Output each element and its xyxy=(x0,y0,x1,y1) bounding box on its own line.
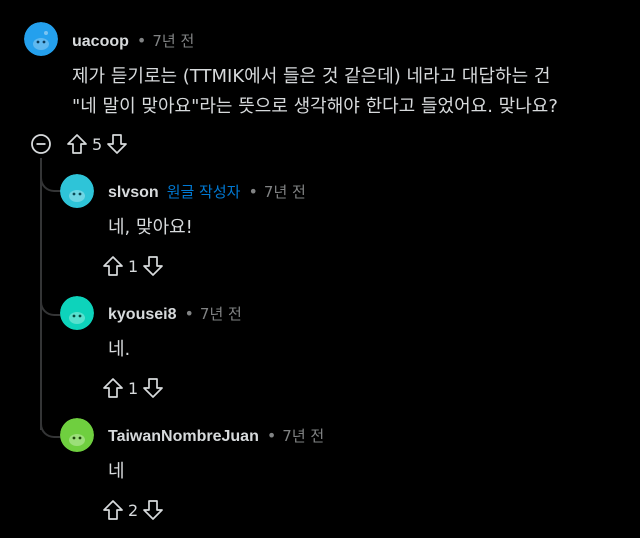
snoo-avatar-icon xyxy=(24,22,58,56)
avatar[interactable] xyxy=(60,296,94,330)
comment-body: 제가 듣기로는 (TTMIK에서 들은 것 같은데) 네라고 대답하는 건 "네… xyxy=(72,62,558,122)
downvote-arrow-icon xyxy=(143,256,164,276)
op-badge: 원글 작성자 xyxy=(166,183,241,201)
avatar[interactable] xyxy=(60,174,94,208)
collapse-button[interactable] xyxy=(30,133,52,155)
comment-meta: uacoop • 7년 전 xyxy=(72,30,194,51)
upvote-button[interactable] xyxy=(102,377,124,399)
downvote-button[interactable] xyxy=(142,377,164,399)
comment-body: 네. xyxy=(108,339,131,360)
comment-line: "네 말이 맞아요"라는 뜻으로 생각해야 한다고 들었어요. 맞나요? xyxy=(72,96,558,117)
upvote-arrow-icon xyxy=(103,256,123,276)
timestamp[interactable]: 7년 전 xyxy=(282,425,324,446)
upvote-button[interactable] xyxy=(66,133,88,155)
separator-dot: • xyxy=(266,426,277,445)
downvote-arrow-icon xyxy=(107,134,128,154)
snoo-avatar-icon xyxy=(60,418,94,452)
author-name[interactable]: TaiwanNombreJuan xyxy=(108,428,259,446)
upvote-button[interactable] xyxy=(102,255,124,277)
snoo-avatar-icon xyxy=(60,174,94,208)
comment-meta: kyousei8 • 7년 전 xyxy=(108,303,242,324)
author-name[interactable]: kyousei8 xyxy=(108,306,176,324)
author-name[interactable]: uacoop xyxy=(72,33,129,51)
downvote-arrow-icon xyxy=(143,500,164,520)
timestamp[interactable]: 7년 전 xyxy=(200,303,242,324)
separator-dot: • xyxy=(248,182,258,201)
downvote-button[interactable] xyxy=(142,499,164,521)
comment-meta: TaiwanNombreJuan • 7년 전 xyxy=(108,425,324,446)
author-name[interactable]: slvson xyxy=(108,184,159,202)
vote-count: 1 xyxy=(128,378,139,398)
upvote-button[interactable] xyxy=(102,499,124,521)
vote-bar: 2 xyxy=(102,497,164,523)
comment-meta: slvson 원글 작성자 • 7년 전 xyxy=(108,181,306,202)
collapse-minus-icon xyxy=(31,134,51,154)
snoo-avatar-icon xyxy=(60,296,94,330)
vote-bar: 1 xyxy=(102,375,164,401)
comment-body: 네, 맞아요! xyxy=(108,217,193,238)
vote-count: 2 xyxy=(128,500,139,520)
upvote-arrow-icon xyxy=(67,134,87,154)
comment-body: 네 xyxy=(108,461,125,482)
vote-count: 1 xyxy=(128,256,139,276)
downvote-button[interactable] xyxy=(106,133,128,155)
separator-dot: • xyxy=(184,304,194,323)
vote-count: 5 xyxy=(92,134,103,154)
vote-bar: 5 xyxy=(66,131,128,157)
separator-dot: • xyxy=(136,31,147,50)
vote-bar: 1 xyxy=(102,253,164,279)
upvote-arrow-icon xyxy=(103,378,123,398)
upvote-arrow-icon xyxy=(103,500,123,520)
timestamp[interactable]: 7년 전 xyxy=(264,181,306,202)
downvote-arrow-icon xyxy=(143,378,164,398)
avatar[interactable] xyxy=(60,418,94,452)
downvote-button[interactable] xyxy=(142,255,164,277)
comment-line: 제가 듣기로는 (TTMIK에서 들은 것 같은데) 네라고 대답하는 건 xyxy=(72,66,551,87)
avatar[interactable] xyxy=(24,22,58,56)
timestamp[interactable]: 7년 전 xyxy=(152,30,194,51)
